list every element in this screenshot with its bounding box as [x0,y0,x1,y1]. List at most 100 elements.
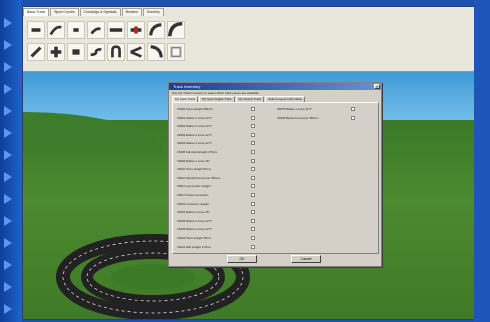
chevron-icon [4,260,12,270]
inventory-item-label: C8278 Radius 1 curve 22.5° [277,107,313,111]
track-piece-straight-long[interactable] [107,21,125,39]
quantity-input[interactable] [251,158,255,163]
chevron-icon [4,150,12,160]
track-piece-cross[interactable] [47,43,65,61]
inventory-row: C8200 Sport straight 350mm [177,106,257,112]
track-inventory-dialog: Track Inventory × Use the Track Inventor… [168,82,382,267]
right-frame-border [474,0,490,322]
inventory-item-label: C8203 Radius 3 curve 22.5° [177,132,213,137]
inventory-row: C8211 Lap counter straight [177,183,257,189]
inventory-item-label: C8210 Standard crossover 350mm [177,175,221,180]
track-piece-end[interactable] [67,43,85,61]
inventory-row: C8243 Short straight 78mm [177,235,257,241]
inventory-item-label: C8243 Short straight 78mm [177,236,212,240]
track-piece-wide-curve[interactable] [167,21,185,39]
inventory-item-label: C8236 Radius 4 curve 22.5° [177,227,213,232]
piece-category-tabs: Basic Track Sport Curves Crossings & Spe… [23,8,165,16]
quantity-input[interactable] [251,167,255,172]
track-piece-diagonal[interactable] [27,43,45,61]
inventory-row: C8204 Radius 4 curve 22.5° [177,140,257,146]
tab-basic-track[interactable]: Basic Track [23,8,50,16]
chevron-icon [4,40,12,50]
chevron-icon [4,282,12,292]
chevron-icon [4,18,12,28]
track-piece-lap-counter[interactable] [127,21,145,39]
track-piece-chicane[interactable] [87,43,105,61]
chevron-icon [4,84,12,94]
inventory-item-label: C8201 Radius 1 curve 22.5° [177,115,213,120]
tab-borders[interactable]: Borders [121,8,142,16]
inventory-row: C8235 Radius 3 curve 22.5° [177,218,257,224]
quantity-input[interactable] [251,210,255,215]
quantity-input[interactable] [251,150,255,154]
track-piece-toolbar: Basic Track Sport Curves Crossings & Spe… [23,7,475,72]
quantity-input[interactable] [251,141,255,146]
quantity-input[interactable] [251,236,255,240]
track-designer-window: Basic Track Sport Curves Crossings & Spe… [22,6,476,320]
inventory-row: C8296 Banked crossover 350mm [277,115,357,121]
inventory-item-label: C8204 Radius 4 curve 22.5° [177,141,213,146]
track-piece-curve-small[interactable] [87,21,105,39]
quantity-input[interactable] [251,218,255,223]
inventory-panel: C8200 Sport straight 350mm C8201 Radius 1… [172,102,379,254]
inventory-item-label: C8235 Radius 3 curve 22.5° [177,218,213,223]
inventory-row: C8222 Crossover straight [177,201,257,207]
inventory-item-label: C8206 Radius 1 curve 45° [177,158,210,163]
track-piece-split[interactable] [127,43,145,61]
tab-scenery[interactable]: Scenery [142,8,164,16]
inventory-row: C8206 Radius 1 curve 45° [177,158,257,164]
inventory-row: C8217 Power connection [177,192,257,198]
close-button[interactable]: × [374,84,380,89]
inventory-item-label: C8202 Radius 2 curve 22.5° [177,124,213,129]
chevron-icon [4,128,12,138]
tab-crossings[interactable]: Crossings & Specials [79,8,121,16]
track-piece-curve[interactable] [47,21,65,39]
inventory-row: C8201 Radius 1 curve 22.5° [177,115,257,121]
quantity-input[interactable] [251,201,255,206]
inventory-item-label: C8211 Lap counter straight [177,184,211,189]
inventory-item-label: C8200 Sport straight 350mm [177,107,213,111]
cancel-button[interactable]: Cancel [291,255,321,263]
quantity-input[interactable] [251,107,255,111]
track-piece-short[interactable] [67,21,85,39]
inventory-row: C8207 Short straight 87mm [177,166,257,172]
inventory-row: C8278 Radius 1 curve 22.5° [277,106,357,112]
inventory-item-label: C8207 Short straight 87mm [177,167,212,172]
track-piece-curve-large[interactable] [147,21,165,39]
chevron-icon [4,106,12,116]
quantity-input[interactable] [251,227,255,232]
quantity-input[interactable] [351,115,355,120]
track-piece-border[interactable] [167,43,185,61]
inventory-row: C8210 Standard crossover 350mm [177,175,257,181]
chevron-icon [4,238,12,248]
quantity-input[interactable] [251,193,255,197]
quantity-input[interactable] [351,107,355,111]
chevron-icon [4,304,12,314]
track-piece-curve-left[interactable] [147,43,165,61]
tab-sport-curves[interactable]: Sport Curves [50,8,79,16]
dialog-title: Track Inventory [169,83,381,90]
inventory-row: C8236 Radius 4 curve 22.5° [177,226,257,232]
quantity-input[interactable] [251,244,255,249]
quantity-input[interactable] [251,115,255,120]
inventory-item-label: C8234 Radius 2 curve 45° [177,210,210,215]
track-piece-hairpin[interactable] [107,43,125,61]
inventory-item-label: C8222 Crossover straight [177,201,209,206]
quantity-input[interactable] [251,175,255,180]
quantity-input[interactable] [251,132,255,137]
chevron-icon [4,62,12,72]
chevron-icon [4,172,12,182]
inventory-row: C8203 Radius 3 curve 22.5° [177,132,257,138]
quantity-input[interactable] [251,124,255,129]
track-piece-straight[interactable] [27,21,45,39]
quantity-input[interactable] [251,184,255,189]
inventory-item-label: C8296 Banked crossover 350mm [277,115,319,120]
inventory-row: C8234 Radius 2 curve 45° [177,209,257,215]
dialog-hint-text: Use the Track Inventory to select which … [172,91,259,95]
inventory-item-label: C8244 Half straight 175mm [177,244,212,249]
inventory-row: C8202 Radius 2 curve 22.5° [177,123,257,129]
ok-button[interactable]: OK [227,255,257,263]
left-frame-border [0,0,22,322]
chevron-icon [4,194,12,204]
inventory-item-label: C8205 Standard straight 175mm [177,150,218,154]
